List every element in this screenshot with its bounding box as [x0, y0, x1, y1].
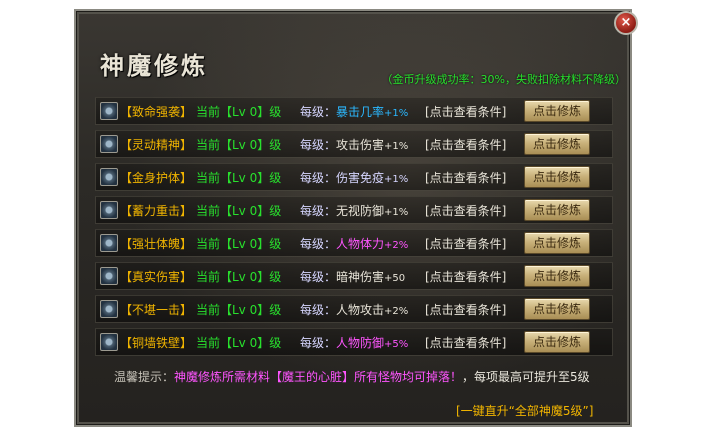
skill-name[interactable]: 【金身护体】 [120, 169, 192, 186]
skill-row: 【真实伤害】 当前【Lv 0】级 每级：暗神伤害+50 [点击查看条件] 点击修… [95, 262, 613, 290]
skill-gem-icon [100, 300, 118, 318]
skill-row: 【灵动精神】 当前【Lv 0】级 每级：攻击伤害+1% [点击查看条件] 点击修… [95, 130, 613, 158]
skill-name[interactable]: 【铜墙铁壁】 [120, 334, 192, 351]
skill-row: 【不堪一击】 当前【Lv 0】级 每级：人物攻击+2% [点击查看条件] 点击修… [95, 295, 613, 323]
view-conditions-link[interactable]: [点击查看条件] [425, 169, 506, 186]
per-level-bonus: 每级：暴击几率+1% [300, 103, 408, 120]
bonus-effect: 人物攻击 [336, 303, 385, 317]
cultivate-button[interactable]: 点击修炼 [524, 100, 590, 122]
per-level-label: 每级： [300, 336, 337, 350]
cultivate-button[interactable]: 点击修炼 [524, 166, 590, 188]
bonus-effect: 暴击几率 [336, 105, 385, 119]
view-conditions-link[interactable]: [点击查看条件] [425, 202, 506, 219]
panel-title: 神魔修炼 [100, 51, 208, 80]
per-level-label: 每级： [300, 204, 337, 218]
bonus-value: +1% [384, 141, 409, 152]
cultivate-button[interactable]: 点击修炼 [524, 265, 590, 287]
skill-level: 当前【Lv 0】级 [196, 237, 282, 251]
bonus-value: +5% [384, 339, 409, 350]
cultivate-button[interactable]: 点击修炼 [524, 298, 590, 320]
bonus-value: +1% [384, 108, 409, 119]
bonus-effect: 人物体力 [336, 237, 385, 251]
bonus-value: +50 [384, 273, 406, 284]
per-level-label: 每级： [300, 171, 337, 185]
view-conditions-link[interactable]: [点击查看条件] [425, 103, 506, 120]
skill-row: 【蓄力重击】 当前【Lv 0】级 每级：无视防御+1% [点击查看条件] 点击修… [95, 196, 613, 224]
skill-row: 【致命强袭】 当前【Lv 0】级 每级：暴击几率+1% [点击查看条件] 点击修… [95, 97, 613, 125]
skill-name[interactable]: 【蓄力重击】 [120, 202, 192, 219]
view-conditions-link[interactable]: [点击查看条件] [425, 136, 506, 153]
close-icon[interactable]: × [614, 11, 638, 35]
bonus-effect: 无视防御 [336, 204, 385, 218]
success-rate-notice: （金币升级成功率：30%，失败扣除材料不降级） [381, 73, 626, 86]
skill-level: 当前【Lv 0】级 [196, 270, 282, 284]
per-level-label: 每级： [300, 105, 337, 119]
skill-row: 【铜墙铁壁】 当前【Lv 0】级 每级：人物防御+5% [点击查看条件] 点击修… [95, 328, 613, 356]
per-level-bonus: 每级：攻击伤害+1% [300, 136, 408, 153]
skill-level: 当前【Lv 0】级 [196, 204, 282, 218]
per-level-bonus: 每级：人物攻击+2% [300, 301, 408, 318]
cultivate-button[interactable]: 点击修炼 [524, 199, 590, 221]
skill-gem-icon [100, 267, 118, 285]
cultivate-button[interactable]: 点击修炼 [524, 133, 590, 155]
skill-level: 当前【Lv 0】级 [196, 138, 282, 152]
skill-gem-icon [100, 234, 118, 252]
per-level-label: 每级： [300, 303, 337, 317]
tip-text: 温馨提示：神魔修炼所需材料【魔王的心脏】所有怪物均可掉落！，每项最高可提升至5级 [114, 368, 590, 385]
view-conditions-link[interactable]: [点击查看条件] [425, 268, 506, 285]
view-conditions-link[interactable]: [点击查看条件] [425, 334, 506, 351]
per-level-label: 每级： [300, 237, 337, 251]
skill-gem-icon [100, 333, 118, 351]
bonus-effect: 暗神伤害 [336, 270, 385, 284]
skill-level: 当前【Lv 0】级 [196, 105, 282, 119]
one-key-upgrade-link[interactable]: [一键直升“全部神魔5级”] [456, 402, 593, 419]
skill-name[interactable]: 【真实伤害】 [120, 268, 192, 285]
tip-suffix: ，每项最高可提升至5级 [462, 370, 590, 384]
skill-name[interactable]: 【不堪一击】 [120, 301, 192, 318]
skill-gem-icon [100, 135, 118, 153]
skill-row: 【金身护体】 当前【Lv 0】级 每级：伤害免疫+1% [点击查看条件] 点击修… [95, 163, 613, 191]
view-conditions-link[interactable]: [点击查看条件] [425, 235, 506, 252]
skill-gem-icon [100, 201, 118, 219]
bonus-effect: 攻击伤害 [336, 138, 385, 152]
bonus-value: +1% [384, 207, 409, 218]
skill-gem-icon [100, 168, 118, 186]
per-level-bonus: 每级：人物体力+2% [300, 235, 408, 252]
per-level-bonus: 每级：人物防御+5% [300, 334, 408, 351]
skill-gem-icon [100, 102, 118, 120]
skill-level: 当前【Lv 0】级 [196, 303, 282, 317]
skill-name[interactable]: 【强壮体魄】 [120, 235, 192, 252]
skill-level: 当前【Lv 0】级 [196, 336, 282, 350]
per-level-label: 每级： [300, 138, 337, 152]
bonus-effect: 人物防御 [336, 336, 385, 350]
per-level-label: 每级： [300, 270, 337, 284]
tip-material: 神魔修炼所需材料【魔王的心脏】所有怪物均可掉落！ [174, 370, 463, 384]
skill-row: 【强壮体魄】 当前【Lv 0】级 每级：人物体力+2% [点击查看条件] 点击修… [95, 229, 613, 257]
tip-prefix: 温馨提示： [114, 370, 175, 384]
per-level-bonus: 每级：无视防御+1% [300, 202, 408, 219]
bonus-effect: 伤害免疫 [336, 171, 385, 185]
skill-level: 当前【Lv 0】级 [196, 171, 282, 185]
per-level-bonus: 每级：暗神伤害+50 [300, 268, 405, 285]
per-level-bonus: 每级：伤害免疫+1% [300, 169, 408, 186]
view-conditions-link[interactable]: [点击查看条件] [425, 301, 506, 318]
bonus-value: +2% [384, 306, 409, 317]
skill-name[interactable]: 【灵动精神】 [120, 136, 192, 153]
skill-name[interactable]: 【致命强袭】 [120, 103, 192, 120]
cultivate-button[interactable]: 点击修炼 [524, 232, 590, 254]
bonus-value: +2% [384, 240, 409, 251]
bonus-value: +1% [384, 174, 409, 185]
cultivate-button[interactable]: 点击修炼 [524, 331, 590, 353]
